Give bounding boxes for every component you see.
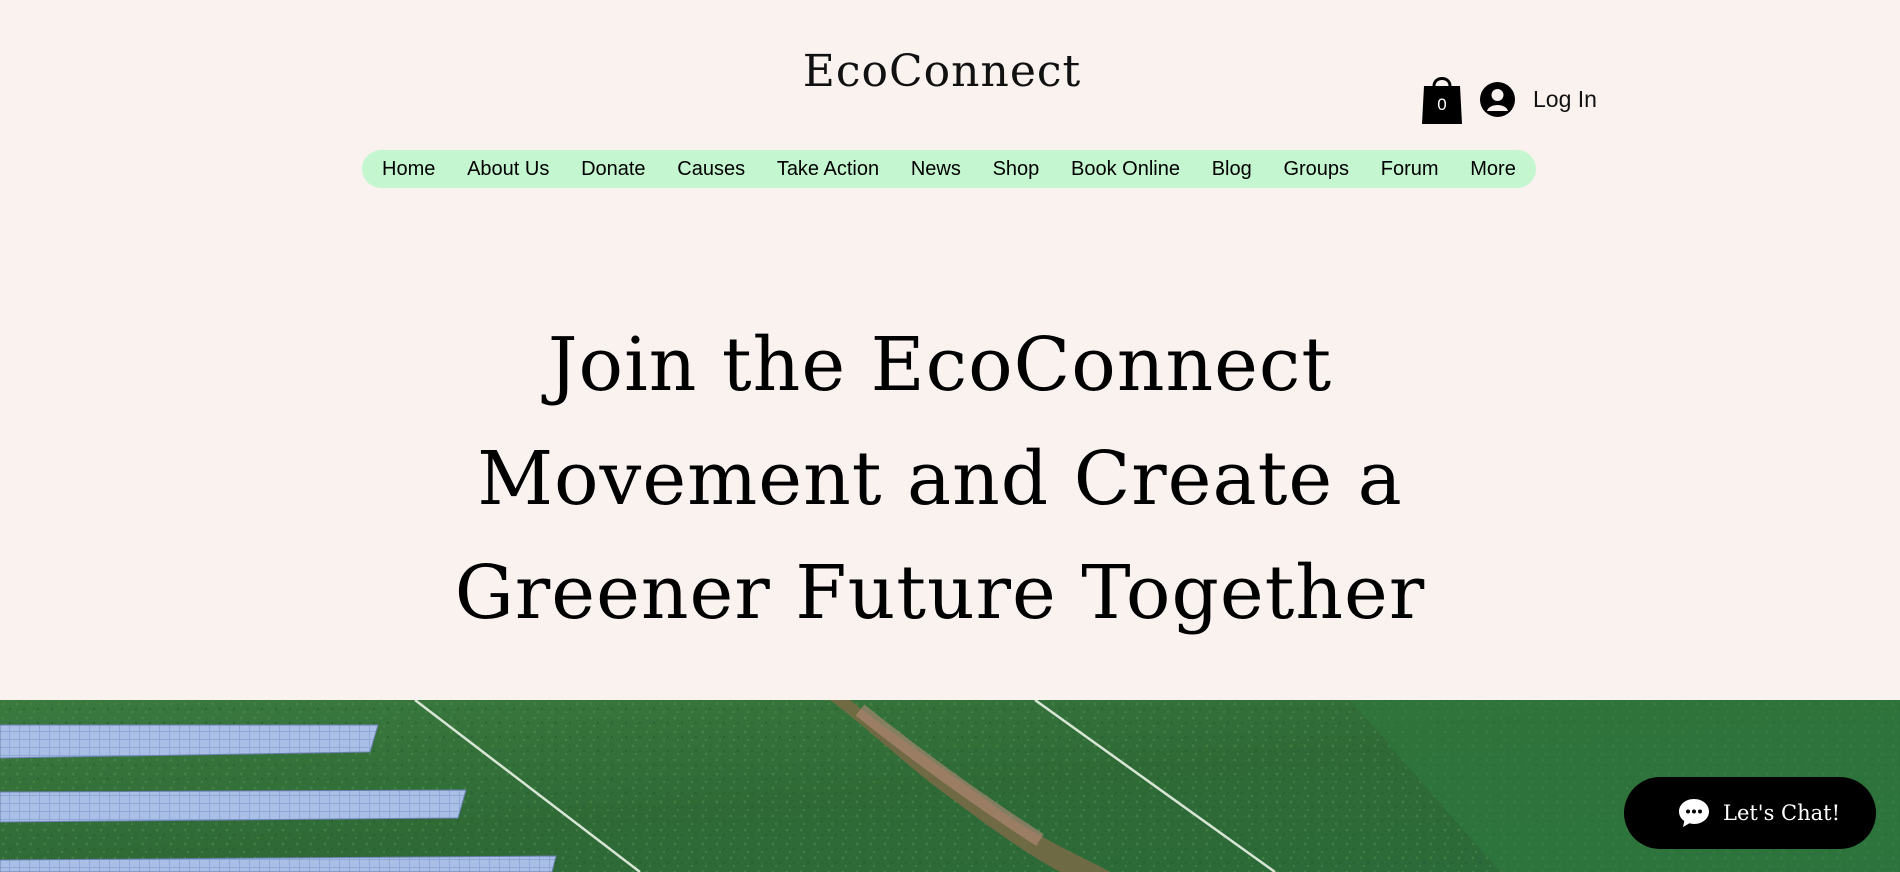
solar-field-image [0, 700, 1900, 872]
nav-item-donate[interactable]: Donate [581, 158, 646, 181]
site-title[interactable]: EcoConnect [0, 44, 1884, 100]
nav-item-causes[interactable]: Causes [677, 158, 745, 181]
page: EcoConnect 0 Log In Home About Us Donate… [0, 0, 1900, 872]
hero-image [0, 700, 1900, 872]
chat-button[interactable]: Let's Chat! [1624, 777, 1876, 849]
nav-item-about-us[interactable]: About Us [467, 158, 549, 181]
cart-button[interactable]: 0 [1422, 72, 1462, 124]
chat-bubble-icon [1679, 799, 1709, 827]
hero-title: Join the EcoConnect Movement and Create … [380, 308, 1500, 650]
hero-title-line: Join the EcoConnect [547, 322, 1333, 408]
cart-count: 0 [1437, 95, 1447, 114]
nav-item-forum[interactable]: Forum [1381, 158, 1439, 181]
nav-item-blog[interactable]: Blog [1212, 158, 1252, 181]
login-label: Log In [1533, 85, 1597, 112]
nav-item-groups[interactable]: Groups [1283, 158, 1349, 181]
login-button[interactable]: Log In [1480, 79, 1597, 119]
hero-title-line: Movement and Create a [477, 436, 1403, 522]
user-avatar-icon [1480, 81, 1515, 117]
nav-item-news[interactable]: News [911, 158, 961, 181]
nav-item-shop[interactable]: Shop [993, 158, 1040, 181]
main-nav: Home About Us Donate Causes Take Action … [362, 150, 1536, 188]
hero-title-line: Greener Future Together [454, 550, 1426, 636]
nav-item-book-online[interactable]: Book Online [1071, 158, 1180, 181]
nav-item-take-action[interactable]: Take Action [777, 158, 879, 181]
nav-item-more[interactable]: More [1470, 158, 1516, 181]
nav-item-home[interactable]: Home [382, 158, 435, 181]
chat-label: Let's Chat! [1723, 801, 1841, 825]
